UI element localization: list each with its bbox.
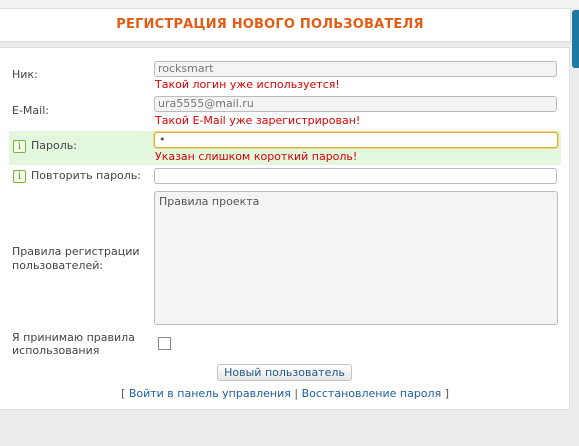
email-error: Такой E-Mail уже зарегистрирован! bbox=[155, 114, 361, 127]
password-input[interactable]: • bbox=[154, 132, 558, 148]
login-link[interactable]: Войти в панель управления bbox=[129, 387, 291, 400]
accept-label-line2: использования bbox=[12, 344, 100, 357]
rules-label-line1: Правила регистрации bbox=[12, 245, 140, 258]
page-title: РЕГИСТРАЦИЯ НОВОГО ПОЛЬЗОВАТЕЛЯ bbox=[116, 17, 424, 32]
scrollbar-thumb[interactable] bbox=[572, 10, 579, 68]
link-separator: | bbox=[294, 387, 299, 400]
rules-label-line2: пользователей: bbox=[12, 259, 104, 272]
restore-password-link[interactable]: Восстановление пароля bbox=[302, 387, 442, 400]
info-icon: i bbox=[13, 170, 26, 183]
footer-links: [ Войти в панель управления | Восстановл… bbox=[0, 387, 570, 400]
info-icon: i bbox=[13, 140, 26, 153]
accept-checkbox[interactable] bbox=[158, 337, 171, 350]
nick-error: Такой логин уже используется! bbox=[155, 78, 340, 91]
password-repeat-input[interactable] bbox=[154, 168, 557, 184]
password-error: Указан слишком короткий пароль! bbox=[155, 150, 358, 163]
close-bracket: ] bbox=[444, 387, 449, 400]
nick-input[interactable]: rocksmart bbox=[154, 61, 557, 77]
nick-label: Ник: bbox=[12, 68, 38, 81]
title-box: РЕГИСТРАЦИЯ НОВОГО ПОЛЬЗОВАТЕЛЯ bbox=[0, 8, 571, 42]
accept-label-line1: Я принимаю правила bbox=[12, 331, 135, 344]
email-label: E-Mail: bbox=[12, 104, 49, 117]
new-user-button[interactable]: Новый пользователь bbox=[217, 364, 352, 381]
password-label: Пароль: bbox=[31, 139, 77, 152]
password-repeat-label: Повторить пароль: bbox=[31, 169, 142, 182]
top-bar bbox=[0, 0, 579, 8]
email-input[interactable]: ura5555@mail.ru bbox=[154, 96, 557, 112]
rules-textarea[interactable]: Правила проекта bbox=[154, 191, 558, 325]
open-bracket: [ bbox=[121, 387, 126, 400]
